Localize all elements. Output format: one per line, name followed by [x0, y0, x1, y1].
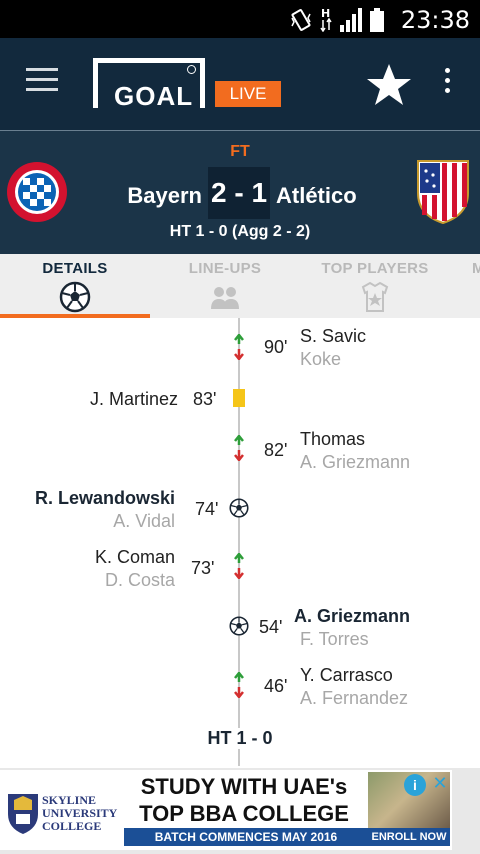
- ad-batch-banner: BATCH COMMENCES MAY 2016: [124, 828, 368, 846]
- yellow-card-icon: [233, 389, 245, 407]
- player-out-name[interactable]: D. Costa: [105, 570, 175, 591]
- tab-lineups[interactable]: LINE-UPS: [150, 254, 300, 318]
- timeline-axis: [238, 318, 240, 766]
- home-team-name[interactable]: Bayern: [127, 183, 202, 209]
- halftime-aggregate: HT 1 - 0 (Agg 2 - 2): [169, 223, 311, 240]
- substitution-icon: [234, 553, 244, 579]
- status-bar: H 23:38: [0, 0, 480, 38]
- ad-info-icon[interactable]: i: [404, 774, 426, 796]
- ad-banner[interactable]: SKYLINE UNIVERSITY COLLEGE STUDY WITH UA…: [0, 768, 480, 854]
- battery-icon: [370, 8, 384, 32]
- status-time: 23:38: [400, 6, 470, 34]
- ad-close-icon[interactable]: ✕: [430, 772, 450, 794]
- away-team-name[interactable]: Atlético: [276, 183, 357, 209]
- player-in-name[interactable]: K. Coman: [95, 547, 175, 568]
- status-icons: H: [290, 6, 384, 32]
- booked-player-name[interactable]: J. Martinez: [90, 389, 178, 410]
- halftime-marker: HT 1 - 0: [0, 728, 480, 749]
- ad-logo-text: SKYLINE UNIVERSITY COLLEGE: [42, 793, 117, 833]
- ad-content[interactable]: SKYLINE UNIVERSITY COLLEGE STUDY WITH UA…: [0, 770, 452, 850]
- goal-logo[interactable]: GOAL: [93, 58, 205, 111]
- star-shirt-icon: [361, 281, 389, 312]
- assist-name[interactable]: A. Vidal: [113, 511, 175, 532]
- substitution-icon: [234, 672, 244, 698]
- logo-text: GOAL: [114, 81, 194, 111]
- enroll-now-button[interactable]: ENROLL NOW: [368, 828, 450, 846]
- tab-bar: DETAILS LINE-UPS TOP PLAYERS M: [0, 254, 480, 318]
- tab-top-players[interactable]: TOP PLAYERS: [300, 254, 450, 318]
- soccer-ball-icon: [59, 281, 91, 313]
- assist-name[interactable]: F. Torres: [300, 629, 369, 650]
- favorite-star-icon[interactable]: [366, 62, 412, 108]
- atletico-crest-icon[interactable]: [416, 159, 470, 225]
- substitution-icon: [234, 334, 244, 360]
- tab-lineups-label: LINE-UPS: [188, 260, 262, 277]
- player-in-name[interactable]: Y. Carrasco: [300, 665, 393, 686]
- tab-details[interactable]: DETAILS: [0, 254, 150, 318]
- player-out-name[interactable]: A. Fernandez: [300, 688, 408, 709]
- registered-mark-icon: [187, 65, 196, 74]
- player-in-name[interactable]: Thomas: [300, 429, 365, 450]
- tab-more[interactable]: M: [450, 254, 480, 318]
- soccer-ball-icon: [229, 498, 249, 518]
- ad-headline-1: STUDY WITH UAE's: [140, 774, 348, 799]
- match-status: FT: [230, 143, 250, 160]
- event-minute: 74': [195, 499, 219, 519]
- event-minute: 82': [264, 440, 288, 460]
- data-h-icon: H: [320, 7, 332, 32]
- more-options-icon[interactable]: [440, 68, 454, 96]
- match-score: 2 - 1: [208, 167, 270, 219]
- players-icon: [211, 287, 239, 309]
- event-minute: 46': [264, 676, 288, 696]
- live-badge[interactable]: LIVE: [215, 81, 281, 107]
- substitution-icon: [234, 435, 244, 461]
- tab-more-label: M: [472, 260, 480, 277]
- soccer-ball-icon: [229, 616, 249, 636]
- vibrate-icon: [291, 9, 311, 31]
- signal-icon: [340, 8, 362, 32]
- bayern-crest-icon[interactable]: [6, 161, 68, 223]
- ad-headline-2: TOP BBA COLLEGE: [139, 801, 349, 826]
- match-timeline: 90' S. Savic Koke J. Martinez 83' 82' Th…: [0, 318, 480, 766]
- event-minute: 73': [191, 558, 215, 578]
- menu-icon[interactable]: [26, 68, 58, 92]
- scoreboard: FT Bayern 2 - 1 Atlético HT 1 - 0 (Agg 2…: [0, 130, 480, 254]
- player-out-name[interactable]: A. Griezmann: [300, 452, 410, 473]
- goal-scorer-name[interactable]: R. Lewandowski: [35, 488, 175, 509]
- player-in-name[interactable]: S. Savic: [300, 326, 366, 347]
- event-minute: 54': [259, 617, 283, 637]
- player-out-name[interactable]: Koke: [300, 349, 341, 370]
- app-bar: GOAL LIVE: [0, 38, 480, 130]
- goal-scorer-name[interactable]: A. Griezmann: [294, 606, 410, 627]
- event-minute: 90': [264, 337, 288, 357]
- tab-details-label: DETAILS: [42, 260, 108, 277]
- tab-top-players-label: TOP PLAYERS: [321, 260, 429, 277]
- event-minute: 83': [193, 389, 217, 409]
